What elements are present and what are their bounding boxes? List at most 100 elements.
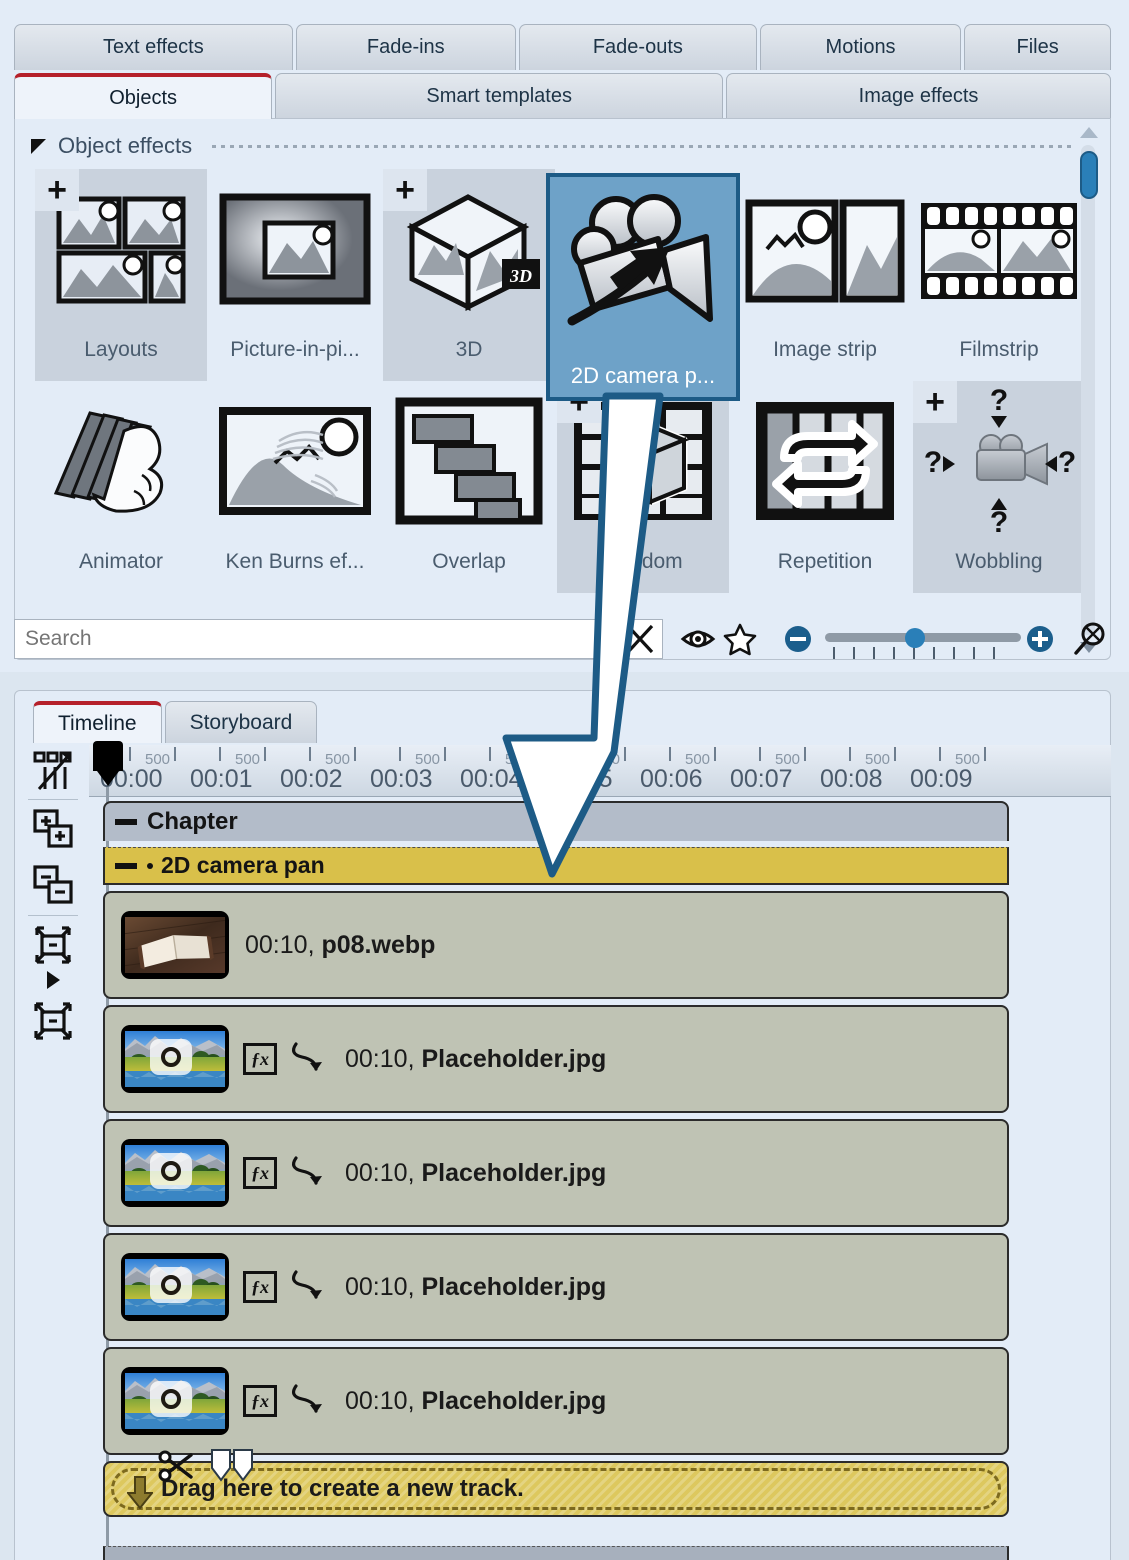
timeline-clip-row[interactable]: ƒx 00:10, Placeholder.jpg (103, 1119, 1009, 1227)
curve-motion-icon[interactable] (289, 1381, 329, 1422)
expand-arrow-icon[interactable] (24, 965, 82, 995)
scrollbar-thumb[interactable] (1080, 151, 1098, 199)
tab-text-effects[interactable]: Text effects (14, 24, 293, 70)
clip-filename: Placeholder.jpg (421, 1044, 607, 1073)
ruler-subtick-label: 500 (865, 751, 891, 768)
timeline-sidebar (16, 745, 90, 1560)
add-track-icon[interactable] (24, 803, 82, 855)
effect-tile-picture-in-picture[interactable]: Picture-in-pi... (209, 169, 381, 381)
clip-filename: Placeholder.jpg (421, 1158, 607, 1187)
remove-track-icon[interactable] (24, 859, 82, 911)
scrollbar-track[interactable] (1081, 145, 1095, 635)
effect-tile-repetition[interactable]: Repetition (739, 381, 911, 593)
scroll-up-arrow-icon[interactable] (1080, 127, 1098, 138)
tab-motions[interactable]: Motions (759, 24, 962, 70)
effect-tile-2d-camera-pan[interactable]: 2D camera p... (546, 173, 740, 401)
minus-circle-icon[interactable] (777, 617, 819, 661)
section-title: Object effects (58, 133, 193, 158)
minus-collapse-icon[interactable] (115, 819, 137, 825)
tab-fade-ins[interactable]: Fade-ins (295, 24, 516, 70)
effect-tile-label: Repetition (777, 550, 873, 573)
curve-motion-icon[interactable] (289, 1267, 329, 1308)
add-plus-icon[interactable]: + (35, 169, 79, 211)
effect-tile-random[interactable]: Random + (557, 381, 729, 593)
slider-handle[interactable] (905, 628, 926, 648)
curve-motion-icon[interactable] (289, 1153, 329, 1194)
ruler-subtick-label: 500 (325, 751, 351, 768)
effect-tile-3d[interactable]: 3D 3D + (383, 169, 555, 381)
camera-pan-icon (550, 177, 736, 355)
effect-tile-overlap[interactable]: Overlap (383, 381, 555, 593)
svg-text:?: ? (990, 386, 1008, 417)
collapse-triangle-icon[interactable] (31, 138, 46, 154)
range-marker-icon[interactable] (210, 1448, 254, 1487)
fx-icon[interactable]: ƒx (243, 1385, 277, 1417)
timeline-ruler[interactable]: 00:00 00:01 00:02 00:03 00:04 00:05 00:0… (89, 745, 1111, 797)
effect-tile-label: 3D (455, 338, 483, 361)
ruler-subtick-label: 500 (685, 751, 711, 768)
slider-ticks (833, 647, 1014, 659)
clear-x-icon[interactable] (619, 617, 661, 661)
plus-circle-icon[interactable] (1019, 617, 1061, 661)
tab-fade-outs[interactable]: Fade-outs (518, 24, 757, 70)
scissors-marker-icon[interactable] (155, 1445, 199, 1494)
playhead-handle[interactable] (93, 741, 123, 787)
timeline-clip-row[interactable]: ƒx 00:10, Placeholder.jpg (103, 1005, 1009, 1113)
ruler-subtick-label: 500 (775, 751, 801, 768)
effects-vertical-scrollbar[interactable] (1074, 125, 1102, 655)
minus-collapse-icon[interactable] (115, 862, 137, 869)
mountain-lake-thumb (121, 1139, 229, 1207)
clip-duration: 00:10 (345, 1272, 408, 1301)
curve-motion-icon[interactable] (289, 1039, 329, 1080)
fx-icon[interactable]: ƒx (243, 1043, 277, 1075)
zoom-slider[interactable] (825, 617, 1022, 661)
star-favorite-icon[interactable] (719, 617, 761, 661)
tab-objects[interactable]: Objects (14, 73, 273, 119)
shrink-height-icon[interactable] (24, 919, 82, 971)
add-plus-icon[interactable]: + (383, 169, 427, 211)
playhead-tip (97, 771, 119, 786)
tab-label: Smart templates (426, 85, 572, 107)
playhead-head[interactable] (93, 741, 123, 771)
clip-duration: 00:10 (345, 1158, 408, 1187)
effect-tile-wobbling[interactable]: ? ? ? ? Wobbling + (913, 381, 1085, 593)
mountain-lake-thumb (121, 1367, 229, 1435)
effect-tile-ken-burns[interactable]: Ken Burns ef... (209, 381, 381, 593)
effect-tile-label: Picture-in-pi... (230, 338, 360, 361)
ruler-label: 00:03 (370, 765, 433, 793)
fx-icon[interactable]: ƒx (243, 1157, 277, 1189)
ruler-subtick-label: 500 (955, 751, 981, 768)
effect-tile-image-strip[interactable]: Image strip (739, 169, 911, 381)
track-effect-2d-camera-pan[interactable]: 2D camera pan (103, 847, 1009, 885)
fx-icon[interactable]: ƒx (243, 1271, 277, 1303)
ruler-subtick-label: 500 (145, 751, 171, 768)
timeline-clip-row[interactable]: ƒx 00:10, Placeholder.jpg (103, 1347, 1009, 1455)
sidebar-divider (28, 799, 78, 800)
object-mode-icon[interactable] (24, 745, 82, 797)
animator-icon (35, 381, 207, 541)
effect-tile-label: Image strip (773, 338, 877, 361)
tab-storyboard[interactable]: Storyboard (164, 701, 318, 743)
add-plus-icon[interactable]: + (913, 381, 957, 423)
effect-tile-animator[interactable]: Animator (35, 381, 207, 593)
tab-files[interactable]: Files (964, 24, 1111, 70)
timeline-tab-row: Timeline Storyboard (33, 701, 318, 743)
ruler-label: 00:07 (730, 765, 793, 793)
tab-label: Objects (109, 86, 178, 109)
ruler-subtick-label: 500 (595, 751, 621, 768)
tab-timeline[interactable]: Timeline (33, 701, 162, 743)
magnifier-reset-icon[interactable] (1069, 617, 1111, 661)
effect-tile-layouts[interactable]: Layouts + (35, 169, 207, 381)
tab-image-effects[interactable]: Image effects (726, 73, 1111, 119)
effects-grid: Layouts + Picture-in-pi... 3D 3D + 2D ca… (21, 169, 1085, 619)
eye-preview-icon[interactable] (677, 617, 719, 661)
tab-smart-templates[interactable]: Smart templates (275, 73, 724, 119)
timeline-bottom-strip (103, 1546, 1009, 1560)
timeline-clip-row[interactable]: 00:10, p08.webp (103, 891, 1009, 999)
track-chapter[interactable]: Chapter (103, 801, 1009, 841)
grow-height-icon[interactable] (24, 995, 82, 1047)
search-input[interactable] (14, 619, 664, 659)
effect-tile-filmstrip[interactable]: Filmstrip (913, 169, 1085, 381)
keyframe-dot-icon (147, 862, 153, 869)
timeline-clip-row[interactable]: ƒx 00:10, Placeholder.jpg (103, 1233, 1009, 1341)
